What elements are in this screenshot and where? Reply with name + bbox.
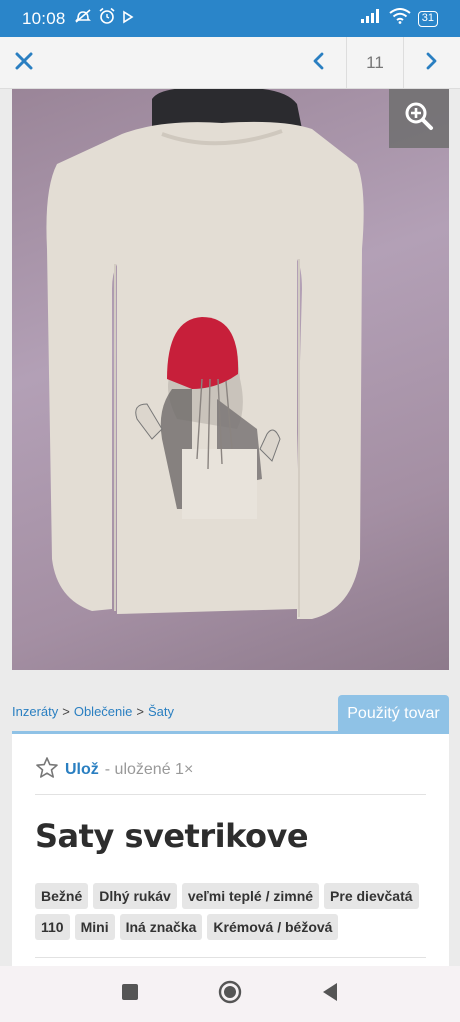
gallery-topbar: 11 xyxy=(0,37,460,89)
alarm-icon xyxy=(98,7,116,30)
previous-button[interactable] xyxy=(290,37,346,89)
listing-card: Ulož - uložené 1× Saty svetrikove Bežné … xyxy=(12,731,449,971)
zoom-in-icon xyxy=(404,101,434,136)
image-pager: 11 xyxy=(290,37,460,89)
breadcrumb-separator: > xyxy=(62,704,70,719)
play-icon xyxy=(122,9,134,29)
tag-item: Pre dievčatá xyxy=(324,883,419,909)
condition-badge: Použitý tovar xyxy=(338,695,449,732)
sweater-dress-illustration xyxy=(46,89,364,619)
signal-icon xyxy=(360,8,382,29)
breadcrumb-separator: > xyxy=(136,704,144,719)
recents-button[interactable] xyxy=(80,983,180,1006)
next-button[interactable] xyxy=(404,37,460,89)
tag-list: Bežné Dlhý rukáv veľmi teplé / zimné Pre… xyxy=(35,883,435,940)
close-button[interactable] xyxy=(8,47,40,79)
product-photo[interactable] xyxy=(12,89,449,670)
breadcrumb: Inzeráty > Oblečenie > Šaty xyxy=(12,704,174,719)
close-icon xyxy=(15,52,33,75)
breadcrumb-item-oblecenie[interactable]: Oblečenie xyxy=(74,704,133,719)
home-button[interactable] xyxy=(180,980,280,1009)
recents-icon xyxy=(121,983,139,1006)
divider xyxy=(35,957,426,958)
divider xyxy=(35,794,426,795)
star-icon[interactable] xyxy=(35,756,59,784)
back-icon xyxy=(321,982,339,1007)
zoom-button[interactable] xyxy=(389,89,449,148)
tag-item: Krémová / béžová xyxy=(207,914,339,940)
tag-item: veľmi teplé / zimné xyxy=(181,883,320,909)
battery-level: 31 xyxy=(421,11,434,24)
listing-title: Saty svetrikove xyxy=(35,817,309,855)
status-bar: 10:08 31 xyxy=(0,0,460,37)
breadcrumb-item-inzeraty[interactable]: Inzeráty xyxy=(12,704,58,719)
save-row: Ulož - uložené 1× xyxy=(35,756,193,784)
chevron-left-icon xyxy=(312,52,324,75)
save-link[interactable]: Ulož xyxy=(65,761,99,779)
tag-item: Bežné xyxy=(35,883,89,909)
android-nav-bar xyxy=(0,966,460,1022)
home-icon xyxy=(218,980,242,1009)
wifi-icon xyxy=(389,8,411,29)
tag-item: Dlhý rukáv xyxy=(93,883,177,909)
muted-notification-icon xyxy=(74,8,92,29)
chevron-right-icon xyxy=(426,52,438,75)
tag-item: Mini xyxy=(74,914,115,940)
save-count: - uložené 1× xyxy=(104,761,194,778)
tag-item: 110 xyxy=(35,914,70,940)
status-time: 10:08 xyxy=(22,8,66,28)
breadcrumb-item-saty[interactable]: Šaty xyxy=(148,704,174,719)
back-button[interactable] xyxy=(280,982,380,1007)
image-counter: 11 xyxy=(346,37,404,89)
tag-item: Iná značka xyxy=(119,914,203,940)
battery-icon: 31 xyxy=(417,10,438,27)
